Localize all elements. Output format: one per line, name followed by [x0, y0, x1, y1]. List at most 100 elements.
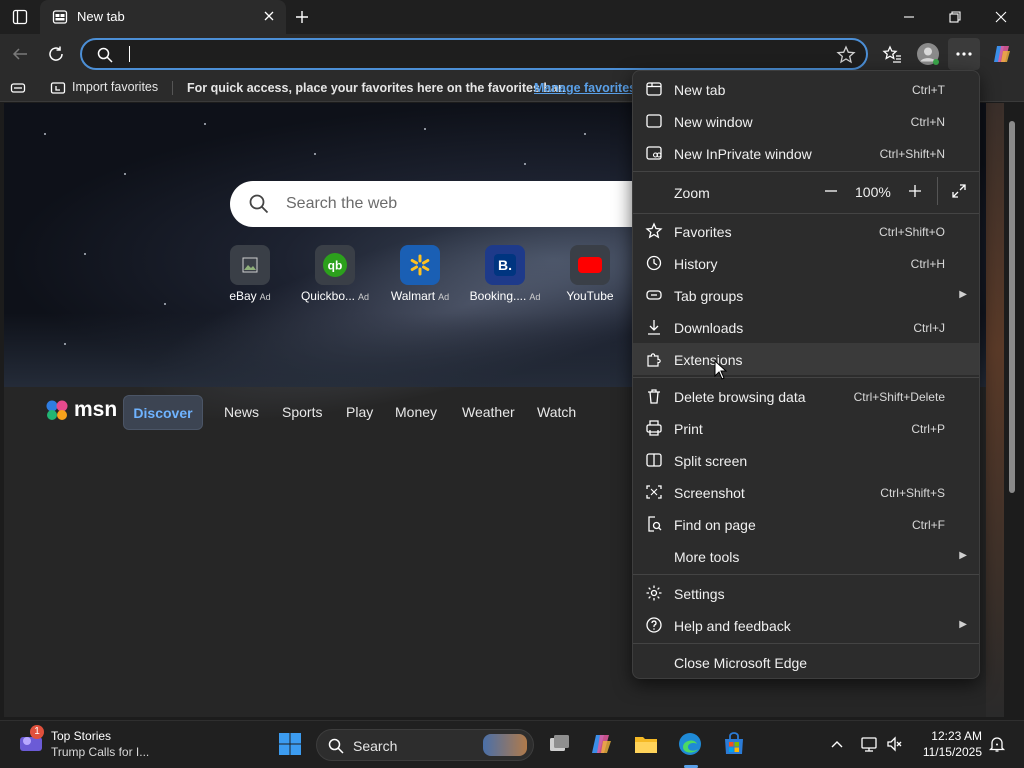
refresh-icon[interactable] [42, 40, 70, 68]
news-widget-headline[interactable]: Trump Calls for I... [51, 745, 149, 759]
import-favorites-button[interactable]: Import favorites [72, 80, 158, 94]
menu-shortcut: Ctrl+Shift+S [880, 486, 945, 500]
system-clock[interactable]: 12:23 AM 11/15/2025 [918, 729, 982, 761]
history-clock-icon [645, 254, 663, 272]
quick-link-youtube[interactable]: YouTube [545, 245, 635, 305]
notification-badge: 1 [30, 725, 44, 739]
volume-muted-icon[interactable] [886, 735, 904, 758]
background-edge [986, 103, 1004, 717]
menu-label: Delete browsing data [674, 389, 806, 405]
menu-item-new-inprivate-window[interactable]: New InPrivate window Ctrl+Shift+N [633, 137, 979, 169]
menu-item-extensions[interactable]: Extensions [633, 343, 979, 375]
search-icon [327, 737, 345, 760]
menu-item-print[interactable]: Print Ctrl+P [633, 412, 979, 444]
fullscreen-icon[interactable] [949, 181, 969, 201]
tile-label: Quickbo... [300, 289, 355, 303]
menu-shortcut: Ctrl+Shift+N [879, 147, 945, 161]
windows-start-icon[interactable] [277, 731, 305, 759]
msn-logo[interactable]: msn [44, 397, 117, 423]
star [314, 153, 316, 155]
menu-item-downloads[interactable]: Downloads Ctrl+J [633, 311, 979, 343]
chevron-up-icon[interactable] [830, 737, 844, 756]
menu-shortcut: Ctrl+Shift+O [878, 225, 945, 239]
menu-item-close-microsoft-edge[interactable]: Close Microsoft Edge [633, 646, 979, 678]
zoom-in-plus-icon[interactable] [905, 181, 925, 201]
menu-shortcut: Ctrl+F [912, 518, 945, 532]
task-view-icon[interactable] [546, 731, 574, 759]
search-icon [248, 193, 270, 220]
menu-item-history[interactable]: History Ctrl+H [633, 247, 979, 279]
notifications-bell-icon[interactable] [988, 735, 1006, 758]
restore-icon[interactable] [940, 5, 970, 29]
taskbar-search[interactable]: Search [316, 729, 534, 761]
zoom-divider [937, 177, 938, 205]
menu-item-find-on-page[interactable]: Find on page Ctrl+F [633, 508, 979, 540]
tile-label: Walmart [390, 289, 436, 303]
menu-item-split-screen[interactable]: Split screen [633, 444, 979, 476]
address-input[interactable] [126, 44, 806, 64]
favorites-bar-toggle-icon[interactable] [10, 80, 26, 101]
copilot-icon[interactable] [988, 40, 1016, 68]
msn-wordmark: msn [74, 398, 118, 421]
manage-favorites-link[interactable]: Manage favorites... [534, 81, 647, 95]
tab-groups-icon [645, 286, 663, 304]
tab-actions-icon[interactable] [8, 6, 32, 28]
copilot-taskbar-icon[interactable] [589, 731, 617, 759]
news-widget-title[interactable]: Top Stories [51, 729, 111, 743]
nav-news[interactable]: News [224, 404, 259, 420]
nav-money[interactable]: Money [395, 404, 437, 420]
quick-link-booking[interactable]: B. Booking.... Ad [460, 245, 550, 305]
nav-watch[interactable]: Watch [537, 404, 576, 420]
add-favorite-star-icon[interactable] [836, 45, 856, 70]
back-arrow-icon[interactable] [6, 40, 34, 68]
nav-play[interactable]: Play [346, 404, 373, 420]
page-scrollbar[interactable] [1005, 103, 1019, 717]
menu-item-new-window[interactable]: New window Ctrl+N [633, 105, 979, 137]
zoom-out-minus-icon[interactable] [821, 181, 841, 201]
quick-link-walmart[interactable]: Walmart Ad [375, 245, 465, 305]
mouse-cursor-icon [714, 360, 728, 380]
menu-label: Help and feedback [674, 618, 791, 634]
nav-sports[interactable]: Sports [282, 404, 322, 420]
nav-weather[interactable]: Weather [462, 404, 515, 420]
network-icon[interactable] [860, 735, 878, 758]
ad-label: Ad [259, 292, 271, 302]
menu-item-favorites[interactable]: Favorites Ctrl+Shift+O [633, 215, 979, 247]
profile-avatar-icon[interactable] [914, 40, 942, 68]
quick-link-ebay[interactable]: eBay Ad [205, 245, 295, 305]
microsoft-store-icon[interactable] [721, 731, 749, 759]
web-search-box[interactable]: Search the web [230, 181, 660, 227]
address-bar[interactable] [80, 38, 868, 70]
minimize-icon[interactable] [894, 5, 924, 29]
tab-new-tab[interactable]: New tab [40, 0, 286, 34]
menu-label: More tools [674, 549, 740, 565]
split-screen-icon [645, 451, 663, 469]
menu-item-help-and-feedback[interactable]: Help and feedback ▶ [633, 609, 979, 641]
menu-item-tab-groups[interactable]: Tab groups ▶ [633, 279, 979, 311]
menu-label: New window [674, 114, 753, 130]
menu-item-settings[interactable]: Settings [633, 577, 979, 609]
ad-label: Ad [529, 292, 541, 302]
file-explorer-icon[interactable] [633, 731, 661, 759]
new-tab-plus-icon[interactable] [290, 6, 314, 28]
edge-browser-icon[interactable] [677, 731, 705, 759]
favorites-list-icon[interactable] [878, 40, 906, 68]
ad-label: Ad [358, 292, 370, 302]
quick-link-quickbooks[interactable]: qb Quickbo... Ad [290, 245, 380, 305]
menu-divider [633, 377, 979, 378]
scrollbar-thumb[interactable] [1009, 121, 1015, 493]
favorites-bar-message: For quick access, place your favorites h… [187, 81, 566, 95]
close-tab-icon[interactable] [262, 9, 276, 28]
star [204, 123, 206, 125]
close-window-icon[interactable] [986, 5, 1016, 29]
nav-discover[interactable]: Discover [123, 395, 203, 430]
menu-divider [633, 171, 979, 172]
menu-item-new-tab[interactable]: New tab Ctrl+T [633, 73, 979, 105]
menu-item-more-tools[interactable]: More tools ▶ [633, 540, 979, 572]
menu-item-delete-browsing-data[interactable]: Delete browsing data Ctrl+Shift+Delete [633, 380, 979, 412]
settings-and-more-icon[interactable] [948, 38, 980, 70]
menu-label: History [674, 256, 718, 272]
menu-label: Close Microsoft Edge [674, 655, 808, 671]
star [584, 133, 586, 135]
menu-item-screenshot[interactable]: Screenshot Ctrl+Shift+S [633, 476, 979, 508]
